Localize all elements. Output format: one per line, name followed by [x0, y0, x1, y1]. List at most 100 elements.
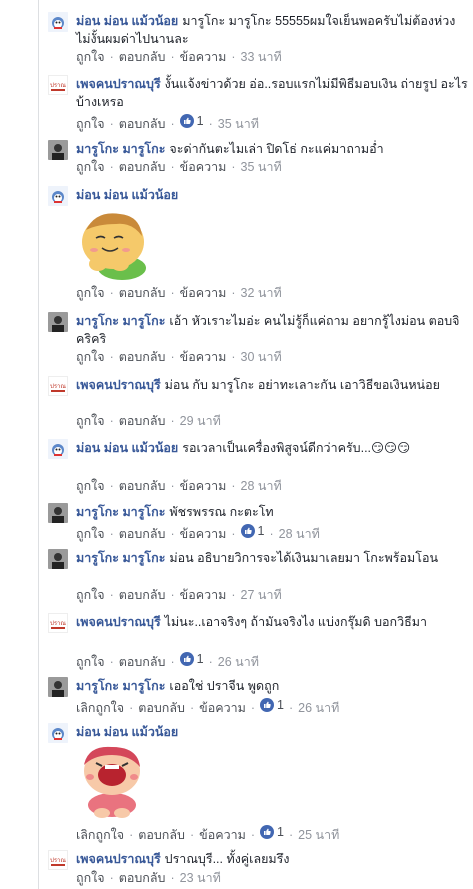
comment-actions: ถูกใจ · ตอบกลับ · ข้อความ · 1 · 28 นาที: [76, 523, 320, 541]
svg-text:ปราณ: ปราณ: [50, 857, 66, 864]
comment-actions: ถูกใจ · ตอบกลับ · ข้อความ · 28 นาที: [76, 479, 282, 493]
comment-author[interactable]: เพจคนปราณบุรี: [76, 378, 161, 392]
comment-actions: ถูกใจ · ตอบกลับ · ข้อความ · 32 นาที: [76, 286, 282, 300]
reply-button[interactable]: ตอบกลับ: [119, 479, 166, 493]
timestamp[interactable]: 32 นาที: [241, 286, 282, 300]
message-button[interactable]: ข้อความ: [199, 828, 246, 842]
reply-button[interactable]: ตอบกลับ: [119, 527, 166, 541]
timestamp[interactable]: 25 นาที: [298, 828, 339, 842]
comment-author[interactable]: ม่อน ม่อน แม้วน้อย: [76, 725, 178, 739]
cat-avatar[interactable]: [48, 439, 68, 459]
svg-text:ปราณ: ปราณ: [50, 82, 66, 89]
sticker-laughing-girl[interactable]: [76, 743, 148, 824]
message-button[interactable]: ข้อความ: [199, 701, 246, 715]
like-button[interactable]: ถูกใจ: [76, 414, 105, 428]
comment-text: ปราณบุรี... ทั้งคู่เลยมรึง: [164, 852, 290, 866]
timestamp[interactable]: 35 นาที: [241, 160, 282, 174]
timestamp[interactable]: 35 นาที: [218, 117, 259, 131]
cat-avatar[interactable]: [48, 12, 68, 32]
reply-button[interactable]: ตอบกลับ: [138, 701, 185, 715]
reply-button[interactable]: ตอบกลับ: [119, 350, 166, 364]
like-button[interactable]: ถูกใจ: [76, 117, 105, 131]
like-button[interactable]: ถูกใจ: [76, 160, 105, 174]
message-button[interactable]: ข้อความ: [180, 527, 227, 541]
thumbs-up-icon: [179, 114, 194, 128]
comment-author[interactable]: ม่อน ม่อน แม้วน้อย: [76, 14, 178, 28]
like-button[interactable]: ถูกใจ: [76, 50, 105, 64]
comment-author[interactable]: มารูโกะ มารูโกะ: [76, 142, 165, 156]
message-button[interactable]: ข้อความ: [180, 50, 227, 64]
timestamp[interactable]: 28 นาที: [279, 527, 320, 541]
comment-author[interactable]: มารูโกะ มารูโกะ: [76, 551, 165, 565]
comment-actions: ถูกใจ · ตอบกลับ · ข้อความ · 35 นาที: [76, 160, 282, 174]
comment-text: ม่อน กับ มารูโกะ อย่าทะเลาะกัน เอาวิธีขอ…: [164, 378, 440, 392]
reply-button[interactable]: ตอบกลับ: [119, 588, 166, 602]
cat-avatar[interactable]: [48, 723, 68, 743]
comment-author[interactable]: ม่อน ม่อน แม้วน้อย: [76, 188, 178, 202]
like-count[interactable]: 1: [260, 697, 284, 713]
like-button[interactable]: ถูกใจ: [76, 286, 105, 300]
like-count[interactable]: 1: [179, 651, 204, 667]
page-logo-avatar[interactable]: ปราณ: [48, 850, 68, 870]
page-logo-avatar[interactable]: ปราณ: [48, 613, 68, 633]
person-avatar[interactable]: [48, 140, 68, 160]
person-avatar[interactable]: [48, 677, 68, 697]
timestamp[interactable]: 28 นาที: [241, 479, 282, 493]
reply-button[interactable]: ตอบกลับ: [119, 160, 166, 174]
person-avatar[interactable]: [48, 549, 68, 569]
like-button[interactable]: ถูกใจ: [76, 479, 105, 493]
message-button[interactable]: ข้อความ: [180, 588, 227, 602]
comment-actions: ถูกใจ · ตอบกลับ · ข้อความ · 33 นาที: [76, 50, 282, 64]
message-button[interactable]: ข้อความ: [180, 350, 227, 364]
like-button[interactable]: ถูกใจ: [76, 871, 105, 885]
message-button[interactable]: ข้อความ: [180, 160, 227, 174]
reply-button[interactable]: ตอบกลับ: [119, 655, 166, 669]
timestamp[interactable]: 26 นาที: [218, 655, 259, 669]
sticker-laughing-boy[interactable]: [76, 208, 152, 285]
unlike-button[interactable]: เลิกถูกใจ: [76, 828, 124, 842]
page-logo-avatar[interactable]: ปราณ: [48, 376, 68, 396]
reply-button[interactable]: ตอบกลับ: [138, 828, 185, 842]
reply-button[interactable]: ตอบกลับ: [119, 414, 166, 428]
message-button[interactable]: ข้อความ: [180, 286, 227, 300]
page-logo-avatar[interactable]: ปราณ: [48, 75, 68, 95]
reply-button[interactable]: ตอบกลับ: [119, 286, 166, 300]
reply-button[interactable]: ตอบกลับ: [119, 50, 166, 64]
timestamp[interactable]: 26 นาที: [298, 701, 339, 715]
comment-text: เออใช่ ปราจีน พูดถูก: [169, 679, 280, 693]
like-button[interactable]: ถูกใจ: [76, 655, 105, 669]
comment-author[interactable]: มารูโกะ มารูโกะ: [76, 505, 165, 519]
comment-text: รอเวลาเป็นเครื่องพิสูจน์ดีกว่าครับ...😏😏😏: [182, 441, 411, 455]
like-count[interactable]: 1: [260, 824, 284, 840]
reply-button[interactable]: ตอบกลับ: [119, 117, 166, 131]
timestamp[interactable]: 30 นาที: [241, 350, 282, 364]
comment-text: ไม่นะ..เอาจริงๆ ถ้ามันจริงไง แบ่งกรุ๊มดิ…: [164, 615, 428, 629]
comment-actions: เลิกถูกใจ · ตอบกลับ · ข้อความ · 1 · 26 นาที: [76, 697, 340, 715]
like-button[interactable]: ถูกใจ: [76, 527, 105, 541]
person-avatar[interactable]: [48, 312, 68, 332]
comment-author[interactable]: เพจคนปราณบุรี: [76, 615, 161, 629]
like-count[interactable]: 1: [240, 523, 264, 539]
like-button[interactable]: ถูกใจ: [76, 588, 105, 602]
comment-author[interactable]: มารูโกะ มารูโกะ: [76, 679, 165, 693]
like-count[interactable]: 1: [179, 113, 204, 129]
comment-text: พัชรพรรณ กะตะโท: [169, 505, 274, 519]
timestamp[interactable]: 23 นาที: [180, 871, 221, 885]
comment-author[interactable]: เพจคนปราณบุรี: [76, 852, 161, 866]
comment-actions: ถูกใจ · ตอบกลับ · 23 นาที: [76, 871, 221, 885]
cat-avatar[interactable]: [48, 186, 68, 206]
comment-author[interactable]: มารูโกะ มารูโกะ: [76, 314, 165, 328]
svg-text:ปราณ: ปราณ: [50, 620, 66, 627]
timestamp[interactable]: 27 นาที: [241, 588, 282, 602]
comment-text: จะด่ากันตะไมเล่า ปิดโธ่ กะแค่มาถามอ่ำ: [169, 142, 384, 156]
message-button[interactable]: ข้อความ: [180, 479, 227, 493]
comment-actions: ถูกใจ · ตอบกลับ · 1 · 26 นาที: [76, 651, 259, 669]
comment-author[interactable]: เพจคนปราณบุรี: [76, 77, 161, 91]
timestamp[interactable]: 29 นาที: [180, 414, 221, 428]
reply-button[interactable]: ตอบกลับ: [119, 871, 166, 885]
unlike-button[interactable]: เลิกถูกใจ: [76, 701, 124, 715]
person-avatar[interactable]: [48, 503, 68, 523]
like-button[interactable]: ถูกใจ: [76, 350, 105, 364]
timestamp[interactable]: 33 นาที: [241, 50, 282, 64]
comment-author[interactable]: ม่อน ม่อน แม้วน้อย: [76, 441, 178, 455]
